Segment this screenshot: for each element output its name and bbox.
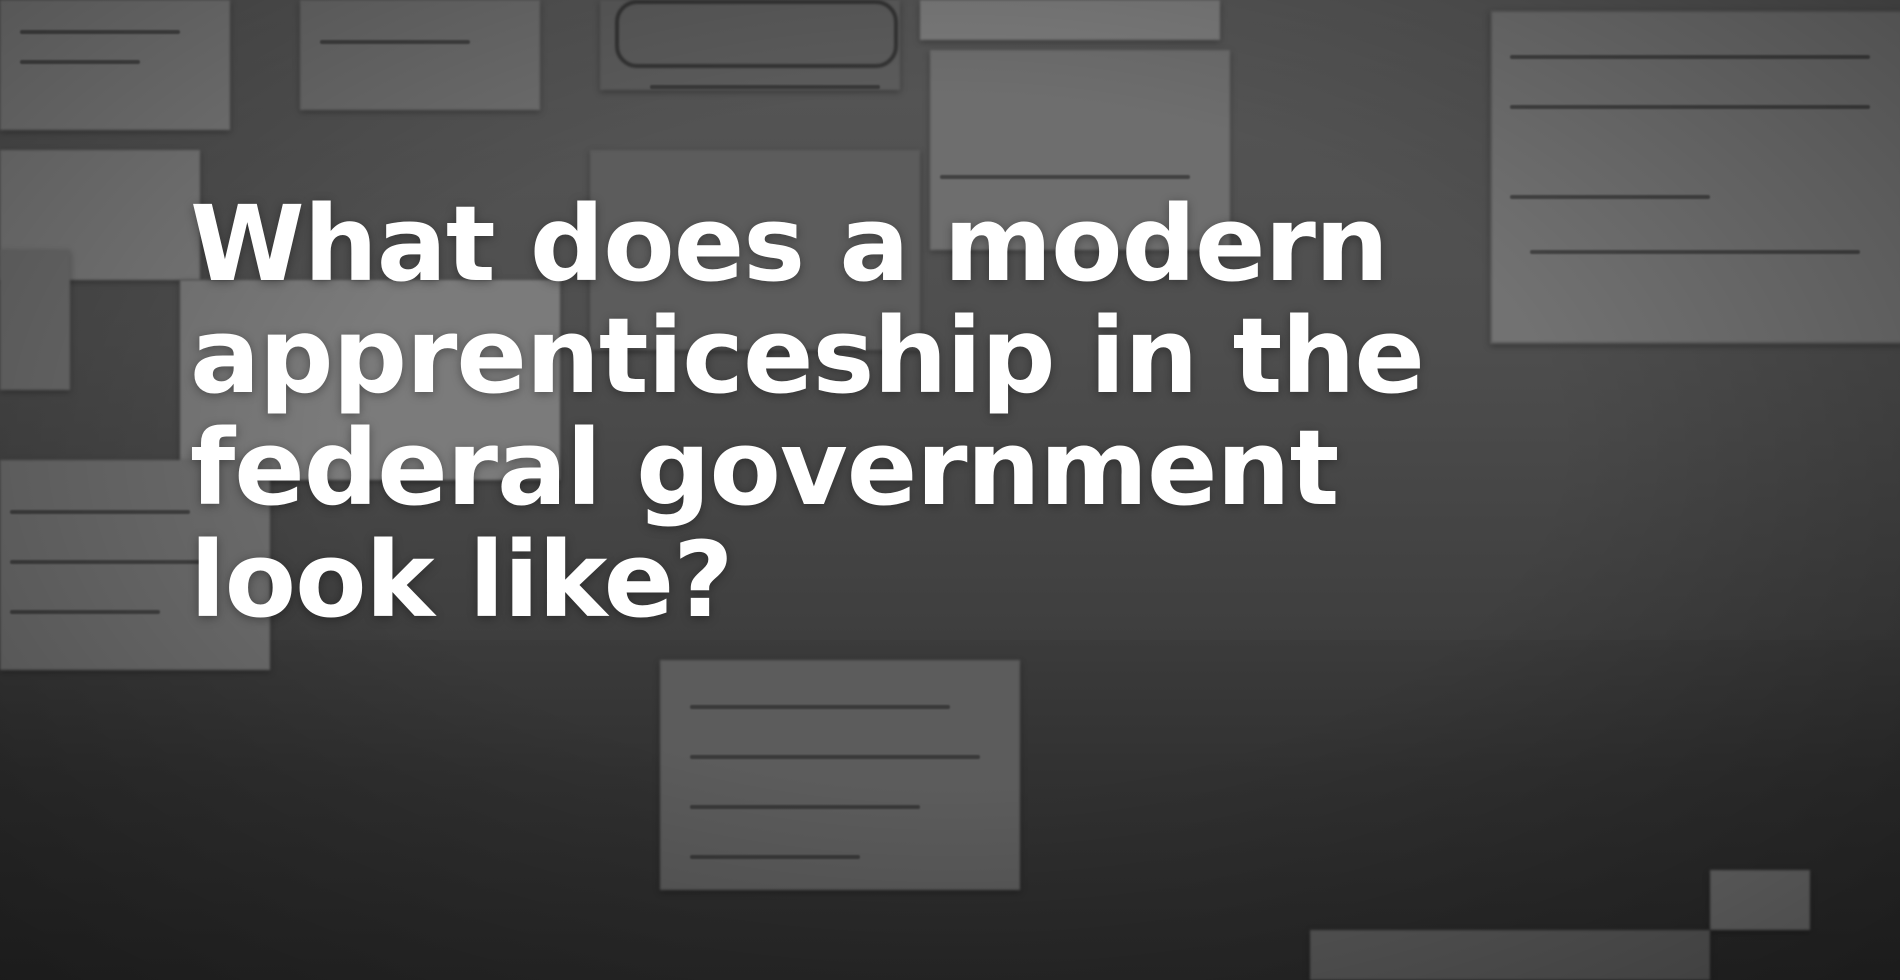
headline-line-2: apprenticeship in the	[190, 295, 1425, 417]
headline-line-1: What does a modern	[190, 183, 1389, 305]
sticky-note	[920, 0, 1220, 40]
handwriting	[10, 610, 160, 614]
sticky-note	[1490, 10, 1900, 344]
headline-line-3: federal government	[190, 407, 1339, 529]
handwriting	[1510, 105, 1870, 109]
sticky-note	[0, 250, 70, 390]
handwriting	[10, 510, 190, 514]
handwriting	[690, 755, 980, 759]
handwriting	[1510, 55, 1870, 59]
handwriting	[650, 85, 880, 89]
handwriting	[1510, 195, 1710, 199]
sticky-note	[0, 0, 230, 130]
sticky-note	[300, 0, 540, 110]
handwriting	[20, 30, 180, 34]
handwriting	[690, 805, 920, 809]
sticky-note	[1710, 870, 1810, 930]
handwriting	[20, 60, 140, 64]
headline-line-4: look like?	[190, 519, 733, 641]
sticky-note	[1310, 930, 1710, 980]
headline: What does a modern apprenticeship in the…	[190, 188, 1490, 636]
handwriting	[690, 855, 860, 859]
handwriting	[320, 40, 470, 44]
drawn-box	[615, 0, 898, 68]
handwriting	[690, 705, 950, 709]
handwriting	[10, 560, 210, 564]
handwriting	[1530, 250, 1860, 254]
handwriting	[940, 175, 1190, 179]
